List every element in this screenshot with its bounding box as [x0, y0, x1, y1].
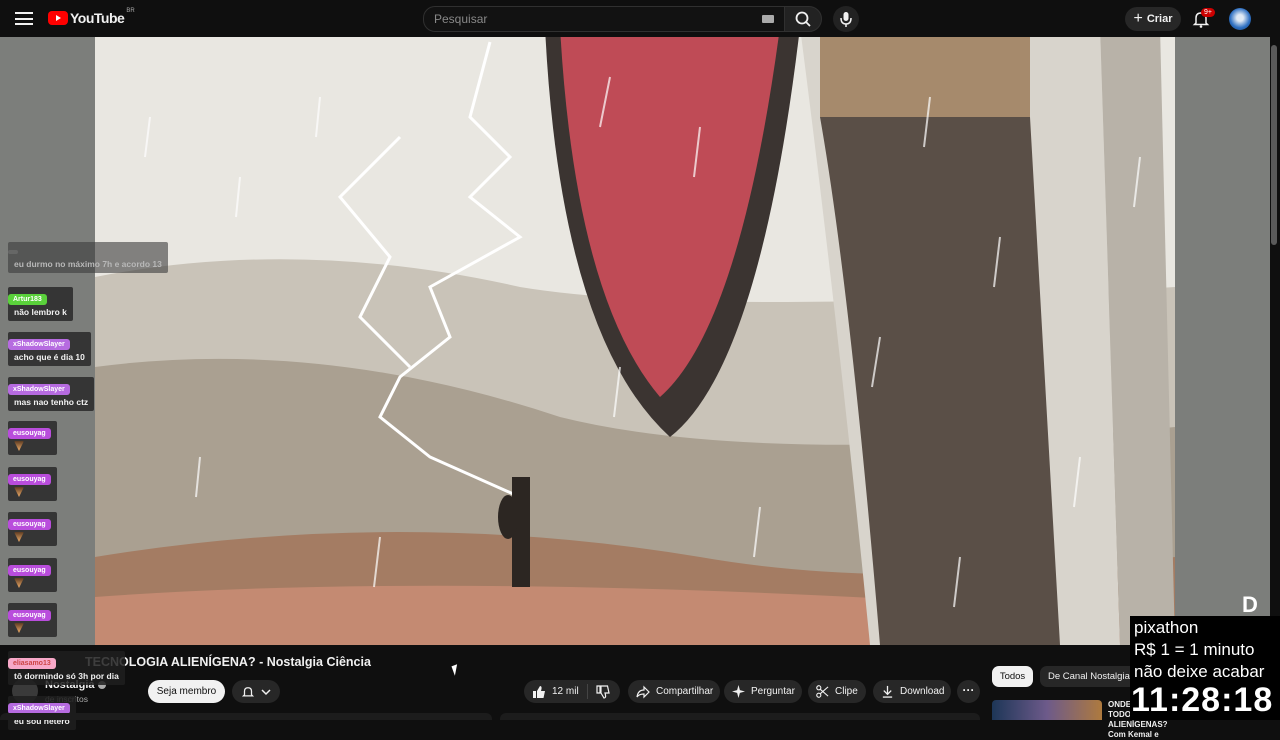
- logo-text: YouTube: [70, 10, 125, 26]
- emote-icon: [14, 487, 24, 497]
- chat-username: xShadowSlayer: [8, 384, 70, 395]
- chat-username: eusouyag: [8, 474, 51, 485]
- recommended-video-thumbnail[interactable]: [992, 700, 1102, 720]
- search-icon: [795, 11, 811, 27]
- chat-username: eusouyag: [8, 610, 51, 621]
- comment-section-preview: [0, 713, 492, 720]
- chat-message: eliasamo13 tô dormindo só 3h por dia: [8, 651, 125, 685]
- create-button[interactable]: + Criar: [1125, 7, 1181, 31]
- mic-icon: [840, 12, 852, 27]
- clip-button[interactable]: Clipe: [808, 680, 866, 703]
- chat-text: tô dormindo só 3h por dia: [14, 671, 119, 681]
- page-scrollbar[interactable]: [1271, 45, 1277, 245]
- chat-message: eusouyag: [8, 512, 57, 546]
- svg-text:D: D: [1242, 592, 1258, 617]
- chat-username: eusouyag: [8, 519, 51, 530]
- stream-timer-overlay: pixathon R$ 1 = 1 minuto não deixe acaba…: [1130, 616, 1280, 720]
- emote-icon: [14, 532, 24, 542]
- chat-text: não lembro k: [14, 307, 67, 317]
- chevron-down-icon: [261, 688, 271, 695]
- account-avatar[interactable]: [1229, 8, 1251, 30]
- like-dislike-group: 12 mil: [524, 680, 620, 703]
- bell-icon: [241, 686, 255, 696]
- chat-message: xShadowSlayer acho que é dia 10: [8, 332, 91, 366]
- hamburger-menu-icon[interactable]: [15, 12, 33, 25]
- plus-icon: +: [1133, 10, 1143, 27]
- ask-button[interactable]: Perguntar: [724, 680, 802, 703]
- chip-all[interactable]: Todos: [992, 666, 1033, 687]
- video-player[interactable]: D: [0, 37, 1270, 645]
- chat-text: eu durmo no máximo 7h e acordo 13: [14, 259, 162, 269]
- more-actions-button[interactable]: ···: [957, 680, 980, 703]
- search-button[interactable]: [784, 6, 822, 32]
- emote-icon: [14, 441, 24, 451]
- clip-label: Clipe: [835, 686, 858, 697]
- emote-icon: [14, 623, 24, 633]
- chat-message: eusouyag: [8, 421, 57, 455]
- download-button[interactable]: Download: [873, 680, 951, 703]
- chat-text: mas nao tenho ctz: [14, 397, 89, 407]
- overlay-line-2: R$ 1 = 1 minuto: [1134, 640, 1255, 659]
- more-dots-icon: ···: [962, 683, 975, 697]
- like-button[interactable]: [532, 685, 546, 699]
- ask-label: Perguntar: [751, 686, 795, 697]
- create-label: Criar: [1146, 13, 1173, 25]
- chat-username: eliasamo13: [8, 658, 56, 669]
- chat-username: eusouyag: [8, 565, 51, 576]
- download-label: Download: [900, 686, 945, 697]
- share-button[interactable]: Compartilhar: [628, 680, 720, 703]
- share-icon: [636, 685, 650, 698]
- keyboard-icon[interactable]: [762, 15, 774, 23]
- voice-search-button[interactable]: [833, 6, 859, 32]
- share-label: Compartilhar: [656, 686, 714, 697]
- like-count: 12 mil: [552, 686, 579, 697]
- thumbs-up-icon: [533, 685, 545, 698]
- chat-username: xShadowSlayer: [8, 339, 70, 350]
- emote-icon: [14, 578, 24, 588]
- chat-text: acho que é dia 10: [14, 352, 85, 362]
- download-icon: [882, 685, 893, 698]
- chat-message: eusouyag: [8, 558, 57, 592]
- chat-username: [8, 250, 18, 254]
- countdown-timer: 11:28:18: [1131, 681, 1274, 719]
- search-input[interactable]: [424, 11, 736, 27]
- join-membership-button[interactable]: Seja membro: [148, 680, 225, 703]
- notifications-badge: 9+: [1201, 8, 1215, 17]
- search-box: [423, 6, 785, 32]
- play-logo-icon: [48, 11, 68, 25]
- thumbs-down-icon[interactable]: [596, 684, 610, 699]
- video-frame: D: [0, 37, 1270, 645]
- chat-username: eusouyag: [8, 428, 51, 439]
- overlay-line-1: pixathon: [1134, 618, 1199, 637]
- chat-message: eu durmo no máximo 7h e acordo 13: [8, 242, 168, 273]
- subscribe-notifications-button[interactable]: [232, 680, 280, 703]
- video-title: TECNOLOGIA ALIENÍGENA? - Nostalgia Ciênc…: [85, 655, 371, 669]
- chat-message: eusouyag: [8, 603, 57, 637]
- chat-message: Artur183 não lembro k: [8, 287, 73, 321]
- chat-username: Artur183: [8, 294, 47, 305]
- sparkle-icon: [732, 685, 745, 698]
- chip-channel[interactable]: De Canal Nostalgia: [1040, 666, 1138, 687]
- overlay-line-3: não deixe acabar: [1134, 662, 1265, 681]
- chat-message: eusouyag: [8, 467, 57, 501]
- description-preview: [500, 713, 980, 720]
- youtube-logo[interactable]: YouTube BR: [48, 8, 135, 26]
- logo-country-code: BR: [126, 8, 135, 14]
- chat-message: xShadowSlayer mas nao tenho ctz: [8, 377, 95, 411]
- scissors-icon: [816, 685, 829, 698]
- divider: [586, 684, 588, 699]
